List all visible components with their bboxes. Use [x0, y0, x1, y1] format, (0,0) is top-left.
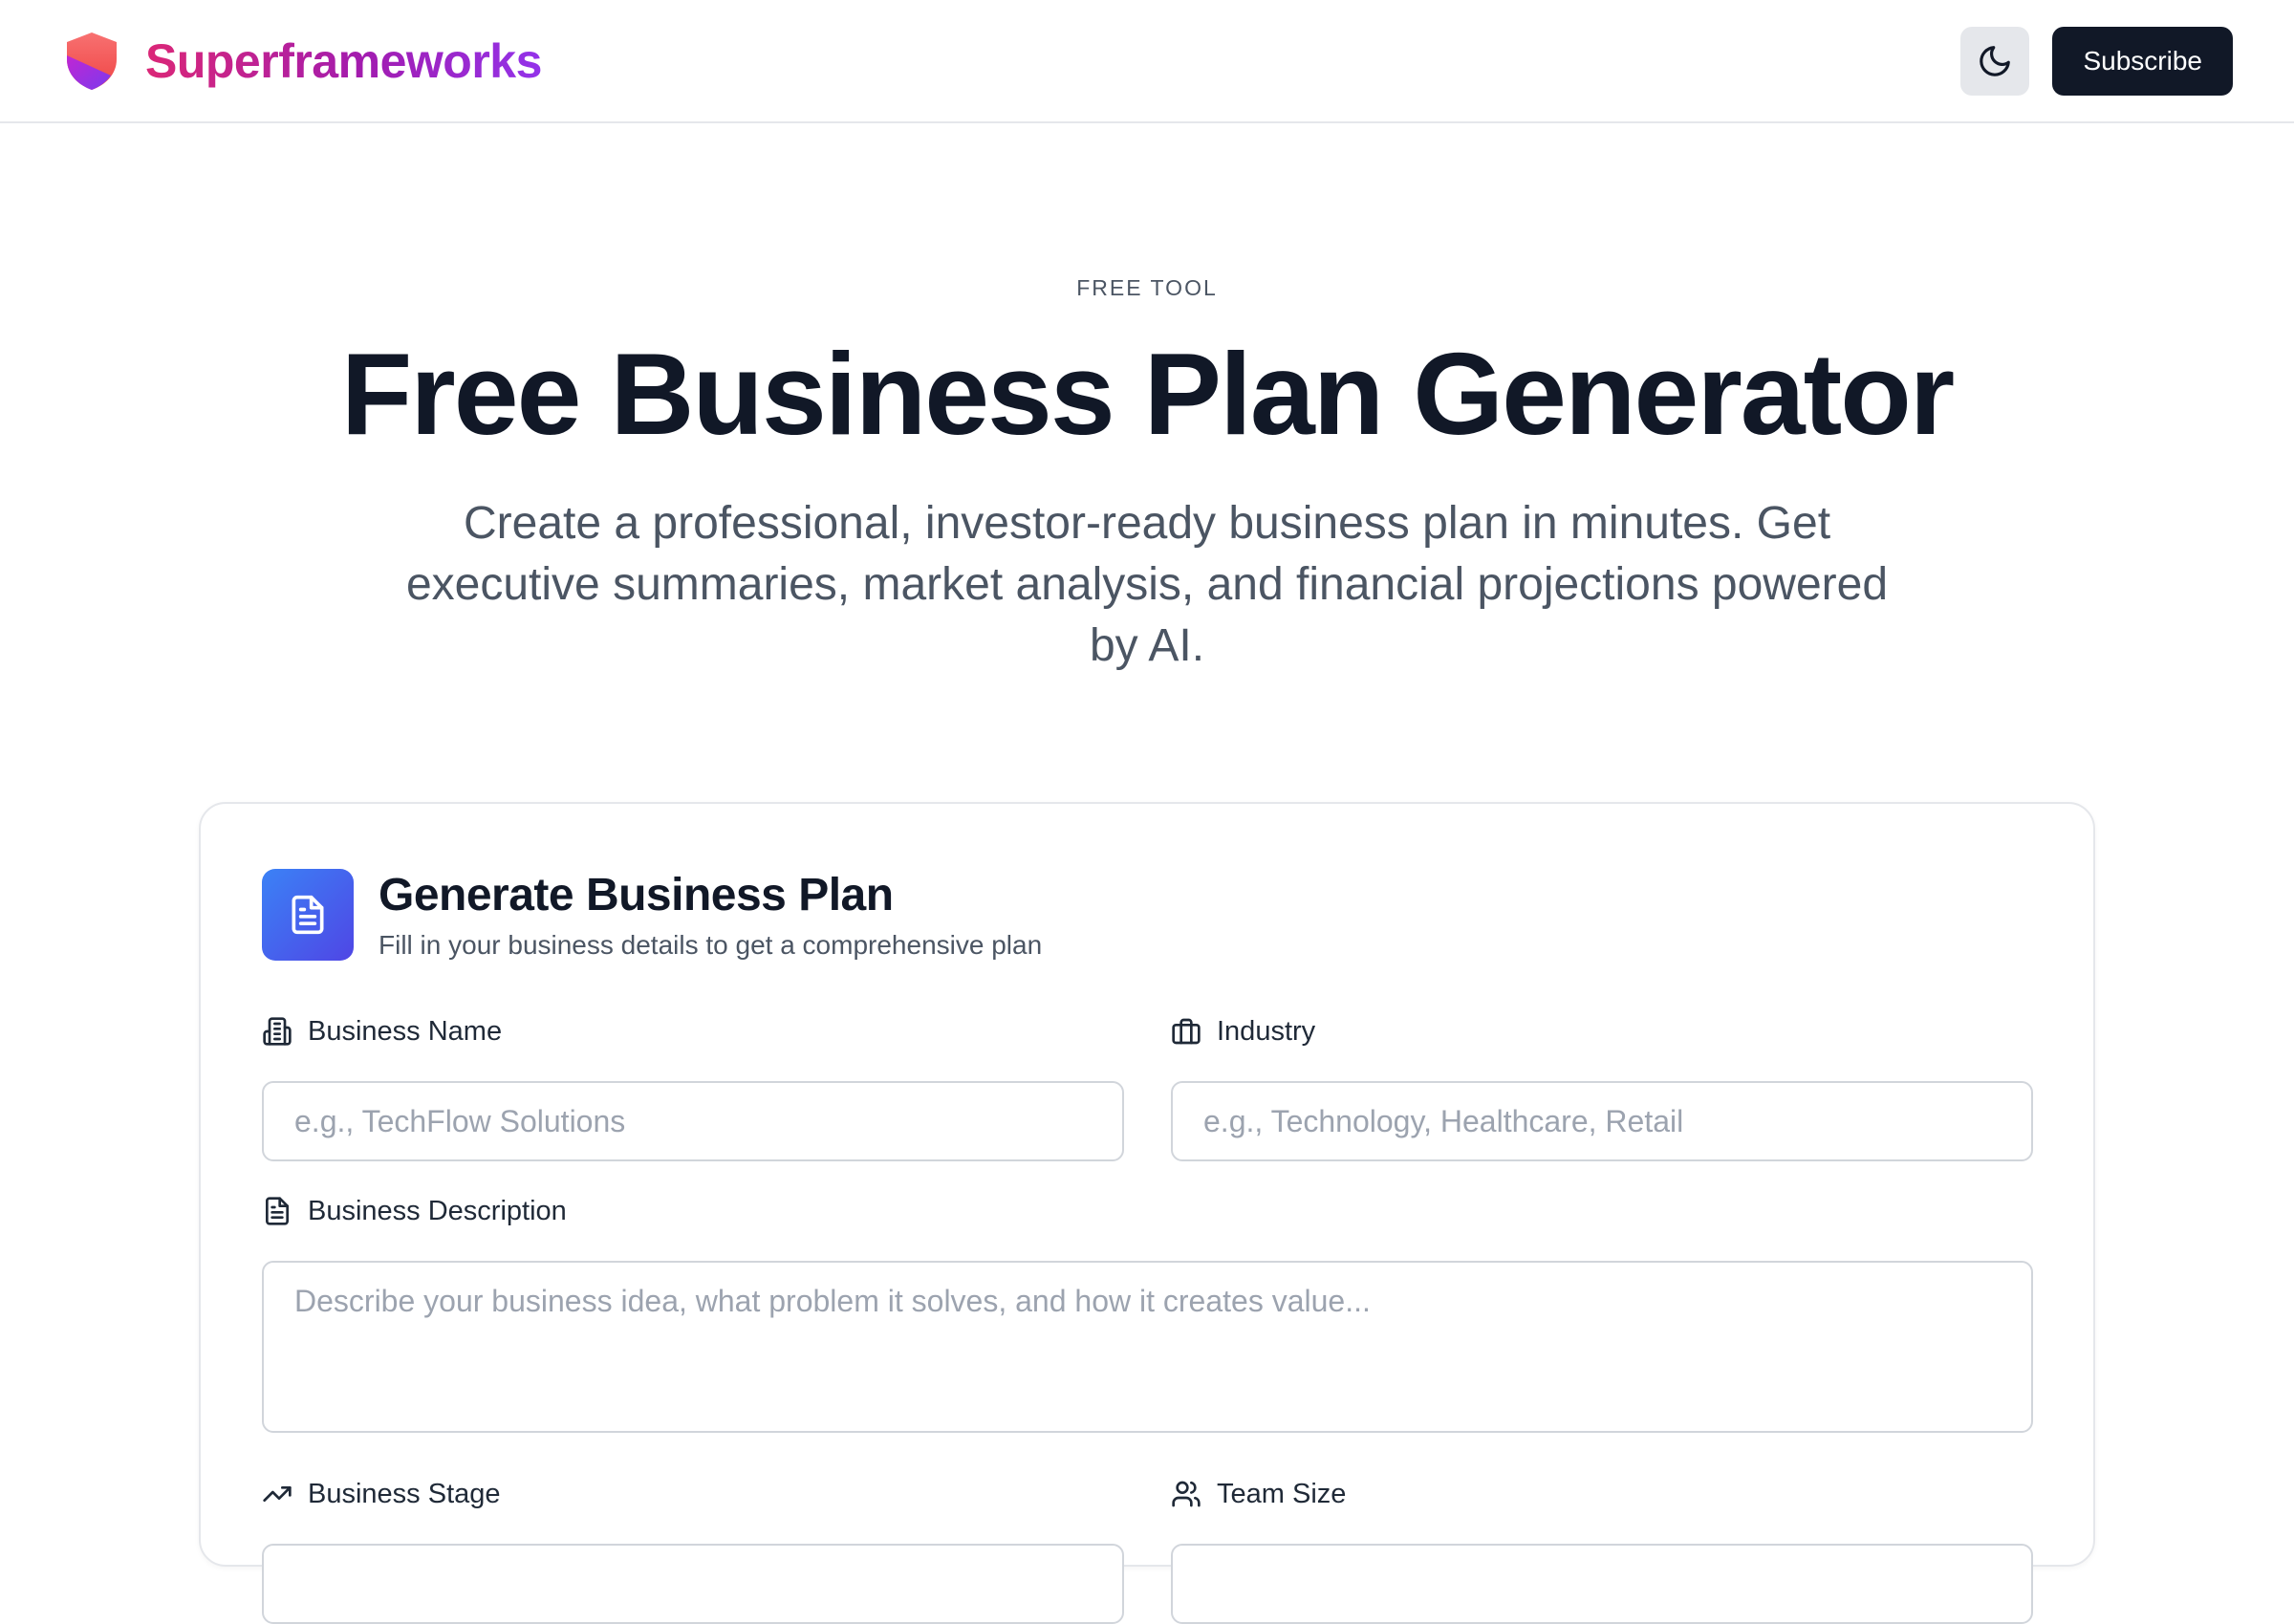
brand-name: Superframeworks	[145, 33, 542, 88]
card-subtitle: Fill in your business details to get a c…	[379, 930, 1043, 960]
business-description-label: Business Description	[262, 1192, 2033, 1230]
business-description-label-text: Business Description	[308, 1195, 567, 1226]
team-size-field: Team Size	[1171, 1475, 2033, 1624]
industry-field: Industry	[1171, 1012, 2033, 1161]
card-header: Generate Business Plan Fill in your busi…	[262, 869, 1042, 961]
business-stage-label: Business Stage	[262, 1475, 1124, 1513]
business-name-input[interactable]	[262, 1081, 1124, 1161]
page-title: Free Business Plan Generator	[340, 329, 1956, 459]
business-name-label-text: Business Name	[308, 1015, 503, 1047]
card-heading-text: Generate Business Plan Fill in your busi…	[379, 869, 1042, 961]
briefcase-icon	[1172, 1018, 1201, 1045]
document-icon	[266, 1197, 289, 1225]
business-description-textarea[interactable]	[262, 1261, 2033, 1433]
top-navbar: Superframeworks Subscribe	[0, 0, 2294, 123]
business-plan-form-card: Generate Business Plan Fill in your busi…	[199, 802, 2095, 1624]
moon-icon	[1980, 45, 2011, 76]
card-title: Generate Business Plan	[379, 870, 894, 920]
industry-input[interactable]	[1171, 1081, 2033, 1161]
theme-toggle-button[interactable]	[1960, 26, 2030, 96]
subscribe-button[interactable]: Subscribe	[2052, 26, 2233, 96]
team-size-select[interactable]	[1171, 1544, 2033, 1624]
document-icon	[292, 895, 324, 935]
users-icon	[1172, 1481, 1201, 1507]
business-description-field: Business Description	[262, 1192, 2033, 1433]
header-actions: Subscribe	[1960, 26, 2233, 96]
shield-icon	[67, 32, 117, 90]
team-size-label-text: Team Size	[1217, 1478, 1347, 1509]
business-stage-label-text: Business Stage	[308, 1478, 501, 1509]
trending-up-icon	[263, 1486, 292, 1502]
industry-label: Industry	[1171, 1012, 2033, 1050]
business-stage-field: Business Stage	[262, 1475, 1124, 1624]
business-name-label: Business Name	[262, 1012, 1124, 1050]
team-size-label: Team Size	[1171, 1475, 2033, 1513]
card-icon-badge	[262, 869, 354, 961]
industry-label-text: Industry	[1217, 1015, 1316, 1047]
business-stage-select[interactable]	[262, 1544, 1124, 1624]
eyebrow-label: FREE TOOL	[1076, 275, 1218, 300]
building-icon	[263, 1017, 292, 1046]
page-subtitle: Create a professional, investor-ready bu…	[405, 498, 1889, 671]
business-name-field: Business Name	[262, 1012, 1124, 1161]
brand[interactable]: Superframeworks	[63, 31, 542, 92]
